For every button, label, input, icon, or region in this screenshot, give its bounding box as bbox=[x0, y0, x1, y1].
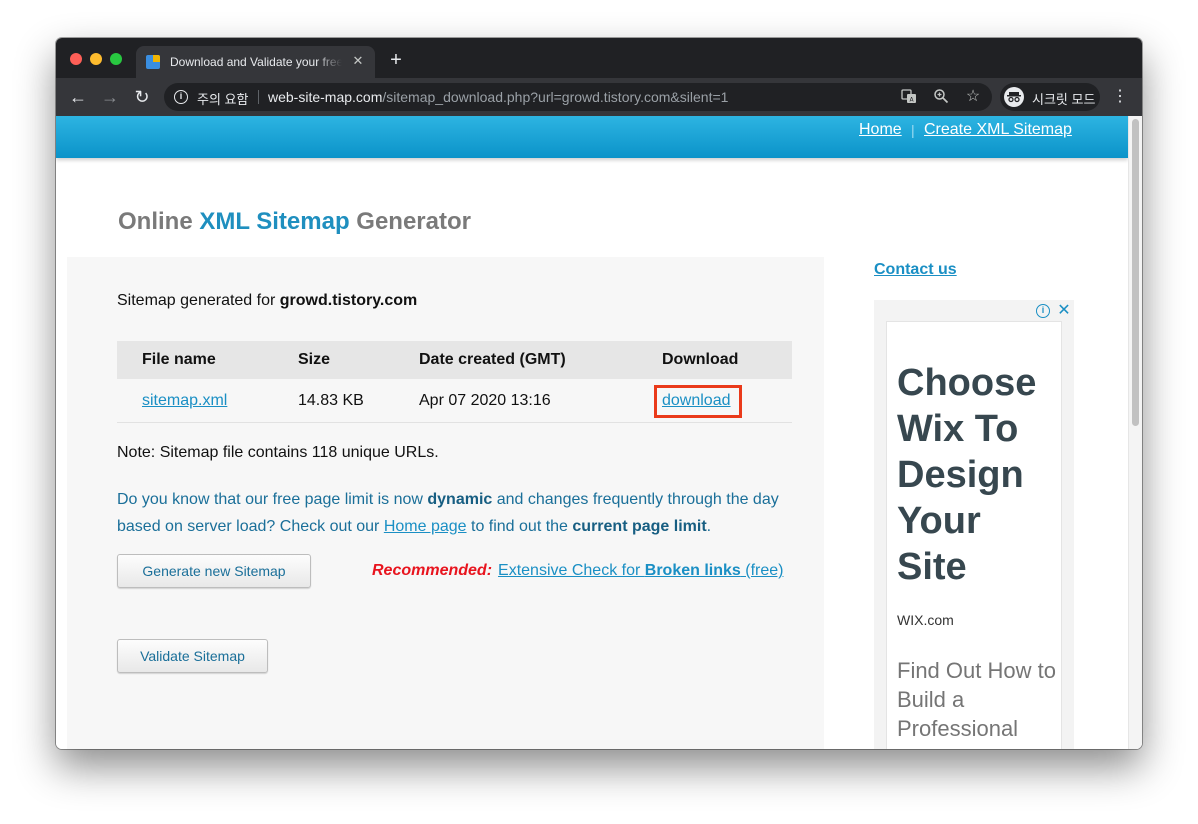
scrollbar-thumb[interactable] bbox=[1132, 119, 1139, 426]
more-vert-icon[interactable]: ⋮ bbox=[1112, 87, 1128, 107]
rec-link-prefix: Extensive Check for bbox=[498, 562, 645, 579]
incognito-label: 시크릿 모드 bbox=[1032, 92, 1096, 107]
generated-for-text: Sitemap generated for growd.tistory.com bbox=[117, 292, 417, 310]
recommended-section: Recommended: Extensive Check for Broken l… bbox=[372, 562, 783, 580]
back-arrow-icon[interactable]: ← bbox=[68, 87, 88, 107]
sitemap-note: Note: Sitemap file contains 118 unique U… bbox=[117, 444, 439, 461]
info-icon[interactable]: i bbox=[174, 90, 188, 104]
generate-new-sitemap-button[interactable]: Generate new Sitemap bbox=[117, 554, 311, 588]
info-text-4: . bbox=[706, 518, 712, 535]
page-limit-info: Do you know that our free page limit is … bbox=[117, 486, 807, 540]
file-size: 14.83 KB bbox=[298, 392, 364, 409]
contact-us-link[interactable]: Contact us bbox=[874, 261, 957, 279]
advertisement: i ✕ Choose Wix To Design Your Site WIX.c… bbox=[874, 300, 1074, 749]
sitemap-table: File name Size Date created (GMT) Downlo… bbox=[117, 341, 792, 423]
col-header-filename: File name bbox=[142, 351, 216, 368]
main-panel: Sitemap generated for growd.tistory.com … bbox=[67, 257, 824, 749]
incognito-badge[interactable]: 시크릿 모드 bbox=[1000, 83, 1100, 111]
col-header-download: Download bbox=[662, 351, 739, 368]
browser-toolbar: ← → ↻ i 주의 요함 web-site-map.com/sitemap_d… bbox=[56, 78, 1142, 116]
tab-strip: Download and Validate your free XML Site… bbox=[56, 38, 1142, 78]
file-date: Apr 07 2020 13:16 bbox=[419, 392, 551, 409]
url-text[interactable]: web-site-map.com/sitemap_download.php?ur… bbox=[268, 89, 728, 105]
url-path: /sitemap_download.php?url=growd.tistory.… bbox=[382, 89, 729, 105]
minimize-window-button[interactable] bbox=[90, 53, 102, 65]
broken-links-check-link[interactable]: Extensive Check for Broken links (free) bbox=[498, 562, 783, 579]
star-icon[interactable]: ☆ bbox=[964, 88, 982, 106]
tab-title: Download and Validate your free XML Site… bbox=[170, 55, 342, 69]
validate-sitemap-button[interactable]: Validate Sitemap bbox=[117, 639, 268, 673]
ad-controls: i ✕ bbox=[1034, 302, 1074, 320]
table-row: sitemap.xml 14.83 KB Apr 07 2020 13:16 d… bbox=[117, 379, 792, 423]
info-bold-limit: current page limit bbox=[572, 518, 707, 535]
nav-home-link[interactable]: Home bbox=[859, 121, 902, 139]
rec-link-bold: Broken links bbox=[644, 562, 741, 579]
table-header-row: File name Size Date created (GMT) Downlo… bbox=[117, 341, 792, 379]
info-bold-dynamic: dynamic bbox=[427, 491, 493, 508]
browser-window: Download and Validate your free XML Site… bbox=[56, 38, 1142, 749]
address-bar[interactable]: i 주의 요함 web-site-map.com/sitemap_downloa… bbox=[164, 83, 992, 111]
home-page-link[interactable]: Home page bbox=[384, 518, 467, 535]
ad-card[interactable]: Choose Wix To Design Your Site WIX.com F… bbox=[886, 321, 1062, 749]
address-separator bbox=[258, 90, 259, 104]
rec-link-suffix: (free) bbox=[740, 562, 784, 579]
reload-icon[interactable]: ↻ bbox=[132, 87, 152, 107]
title-suffix: Generator bbox=[349, 208, 471, 235]
download-link[interactable]: download bbox=[662, 392, 731, 410]
site-favicon-icon bbox=[146, 55, 160, 69]
ad-headline: Choose Wix To Design Your Site bbox=[897, 362, 1037, 588]
ad-info-icon[interactable]: i bbox=[1036, 304, 1050, 318]
nav-create-sitemap-link[interactable]: Create XML Sitemap bbox=[924, 121, 1072, 139]
generated-for-site: growd.tistory.com bbox=[279, 292, 418, 309]
incognito-icon bbox=[1004, 87, 1024, 107]
page-scrollbar[interactable] bbox=[1128, 116, 1142, 749]
ad-subheadline: Find Out How to Build a Professional Web… bbox=[897, 658, 1056, 749]
page-title: Online XML Sitemap Generator bbox=[118, 208, 471, 236]
generated-for-label: Sitemap generated for bbox=[117, 292, 280, 309]
forward-arrow-icon[interactable]: → bbox=[100, 87, 120, 107]
browser-tab[interactable]: Download and Validate your free XML Site… bbox=[136, 46, 375, 78]
col-header-date: Date created (GMT) bbox=[419, 351, 566, 368]
ad-brand: WIX.com bbox=[897, 612, 954, 628]
nav-separator: | bbox=[911, 122, 915, 138]
title-prefix: Online bbox=[118, 208, 200, 235]
zoom-icon[interactable] bbox=[932, 88, 950, 106]
translate-icon[interactable]: A bbox=[900, 88, 918, 106]
ad-close-icon[interactable]: ✕ bbox=[1056, 302, 1072, 320]
sitemap-file-link[interactable]: sitemap.xml bbox=[142, 392, 227, 410]
info-text-3: to find out the bbox=[466, 518, 573, 535]
site-header: Home | Create XML Sitemap bbox=[56, 116, 1128, 158]
new-tab-button[interactable]: + bbox=[386, 50, 406, 70]
title-accent: XML Sitemap bbox=[199, 208, 350, 235]
col-header-size: Size bbox=[298, 351, 331, 368]
url-host: web-site-map.com bbox=[268, 89, 383, 105]
close-window-button[interactable] bbox=[70, 53, 82, 65]
maximize-window-button[interactable] bbox=[110, 53, 122, 65]
recommended-label: Recommended: bbox=[372, 562, 493, 579]
page-viewport: Home | Create XML Sitemap Online XML Sit… bbox=[56, 116, 1142, 749]
info-text-1: Do you know that our free page limit is … bbox=[117, 491, 428, 508]
security-label[interactable]: 주의 요함 bbox=[197, 89, 248, 108]
tab-close-icon[interactable]: ✕ bbox=[350, 53, 366, 69]
